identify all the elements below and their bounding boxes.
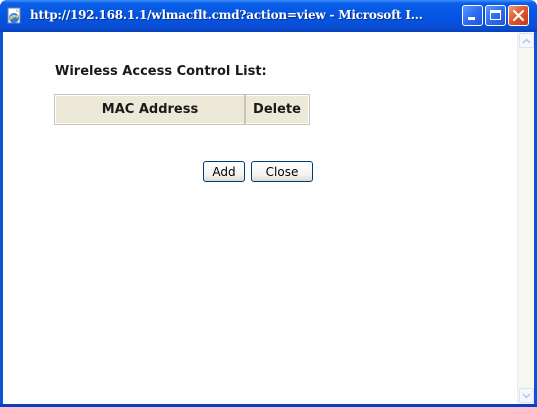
mac-access-table: MAC Address Delete: [54, 94, 310, 125]
window-title: http://192.168.1.1/wlmacflt.cmd?action=v…: [30, 8, 423, 22]
ie-page-icon[interactable]: [6, 7, 24, 25]
vertical-scrollbar[interactable]: [517, 32, 534, 404]
close-icon[interactable]: [508, 5, 529, 26]
table-header-row: MAC Address Delete: [54, 94, 310, 125]
column-header-mac-address: MAC Address: [54, 94, 246, 125]
page-content: Wireless Access Control List: MAC Addres…: [3, 32, 517, 404]
close-button[interactable]: Close: [251, 161, 313, 182]
page-title: Wireless Access Control List:: [55, 64, 267, 79]
add-button[interactable]: Add: [203, 161, 245, 182]
chevron-down-icon[interactable]: [519, 388, 534, 403]
minimize-icon[interactable]: [462, 5, 483, 26]
browser-window: http://192.168.1.1/wlmacflt.cmd?action=v…: [0, 0, 537, 407]
column-header-delete: Delete: [244, 94, 310, 125]
maximize-icon[interactable]: [485, 5, 506, 26]
chevron-up-icon[interactable]: [519, 33, 534, 48]
page-viewport: Wireless Access Control List: MAC Addres…: [3, 32, 534, 404]
title-bar[interactable]: http://192.168.1.1/wlmacflt.cmd?action=v…: [0, 0, 537, 32]
